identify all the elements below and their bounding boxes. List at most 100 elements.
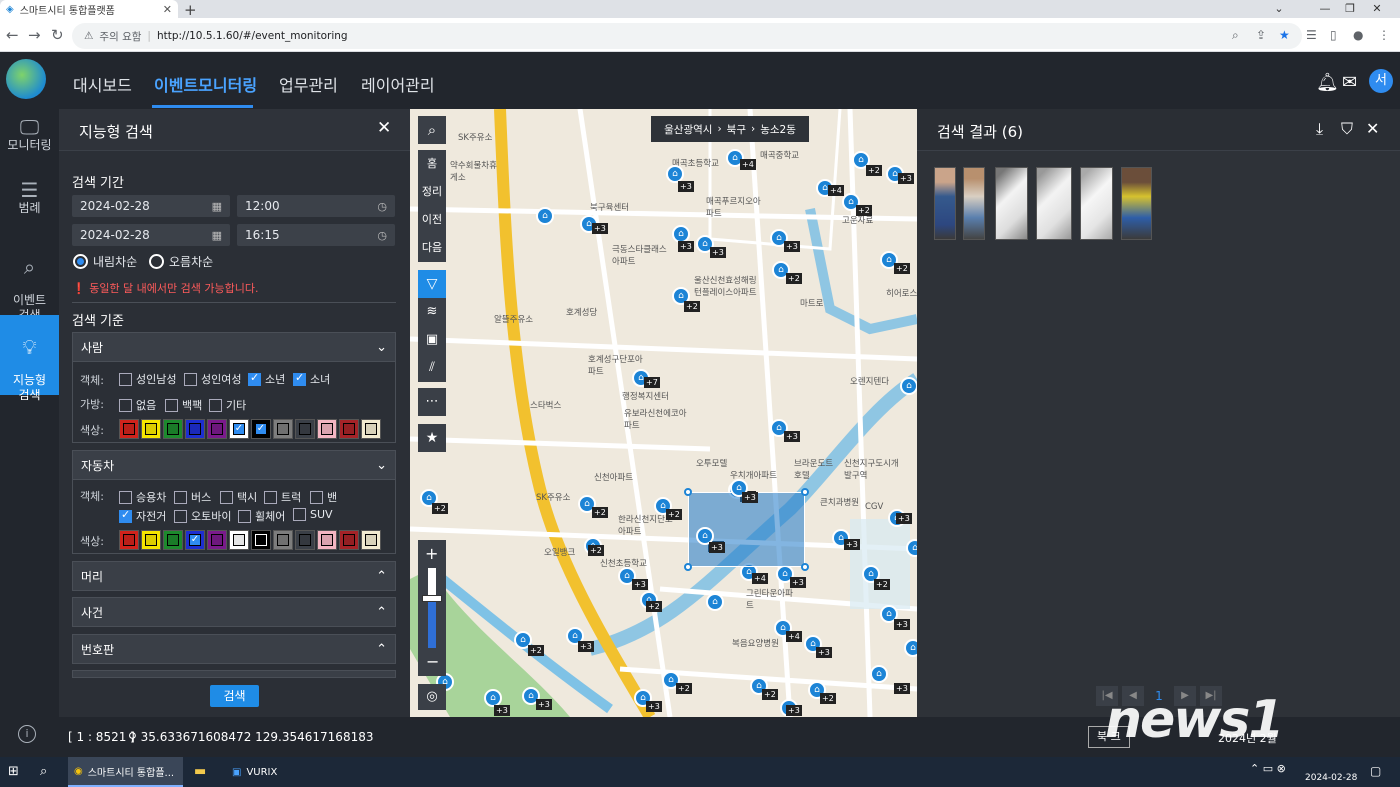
cctv-pin-icon[interactable]: ⌂	[904, 639, 917, 657]
rail-item-event-search[interactable]: ⌕ 이벤트 검색	[0, 245, 59, 323]
swatch-gray[interactable]	[273, 419, 293, 439]
window-close-icon[interactable]: ✕	[1354, 0, 1400, 18]
result-thumbnail[interactable]	[1080, 167, 1113, 240]
checkbox-wheelchair[interactable]: 휠체어	[238, 508, 285, 524]
swatch-brown[interactable]	[339, 530, 359, 550]
back-icon[interactable]: ←	[6, 26, 19, 44]
swatch-pink[interactable]	[317, 419, 337, 439]
checkbox-bus[interactable]: 버스	[174, 489, 211, 505]
map-prev-button[interactable]: 이전	[418, 206, 446, 234]
swatch-green[interactable]	[163, 419, 183, 439]
zoom-icon[interactable]: ⌕	[1232, 28, 1239, 43]
checkbox-no-bag[interactable]: 없음	[119, 397, 156, 413]
image-icon[interactable]: ▣	[418, 326, 446, 354]
download-icon[interactable]: ⤓	[1316, 119, 1323, 139]
checkbox-van[interactable]: 밴	[310, 489, 337, 505]
swatch-blue-selected[interactable]: ✓	[185, 530, 205, 550]
end-date-field[interactable]: 2024-02-28 ▦	[72, 224, 230, 246]
url-field[interactable]: ⚠ 주의 요함 | http://10.5.1.60/#/event_monit…	[72, 23, 1302, 49]
swatch-dark[interactable]	[295, 530, 315, 550]
selection-handle[interactable]	[801, 488, 809, 496]
checkbox-adult-female[interactable]: 성인여성	[184, 371, 241, 387]
favorite-star-icon[interactable]: ★	[418, 424, 446, 452]
avatar[interactable]: 서	[1369, 69, 1393, 93]
result-thumbnail[interactable]	[934, 167, 956, 240]
mail-icon[interactable]: ✉	[1342, 72, 1357, 93]
sort-desc-radio[interactable]: 내림차순	[73, 253, 137, 270]
nav-dashboard[interactable]: 대시보드	[73, 72, 132, 96]
cctv-pin-icon[interactable]: ⌂	[536, 207, 554, 225]
swatch-red[interactable]	[119, 419, 139, 439]
nav-layer-management[interactable]: 레이어관리	[361, 72, 435, 96]
taskbar-vurix[interactable]: ▣ VURIX	[226, 757, 326, 787]
taskbar-search-icon[interactable]: ⌕	[40, 764, 47, 779]
checkbox-taxi[interactable]: 택시	[220, 489, 257, 505]
checkbox-motorcycle[interactable]: 오토바이	[174, 508, 231, 524]
swatch-white[interactable]	[229, 530, 249, 550]
checkbox-backpack[interactable]: 백팩	[165, 397, 202, 413]
swatch-yellow[interactable]	[141, 530, 161, 550]
swatch-blue[interactable]	[185, 419, 205, 439]
checkbox-girl[interactable]: 소녀	[293, 371, 330, 387]
zoom-in-icon[interactable]: +	[425, 544, 438, 563]
close-icon[interactable]: ✕	[377, 118, 391, 138]
map-organize-button[interactable]: 정리	[418, 178, 446, 206]
swatch-green[interactable]	[163, 530, 183, 550]
rail-item-legend[interactable]: ☰ 범례	[0, 180, 59, 216]
sidebar-icon[interactable]: ▯	[1330, 28, 1337, 42]
vehicle-accordion-header[interactable]: 자동차 ⌄	[72, 450, 396, 480]
map-next-button[interactable]: 다음	[418, 234, 446, 262]
close-tab-icon[interactable]: ✕	[163, 3, 172, 16]
forward-icon[interactable]: →	[28, 26, 41, 44]
breadcrumb-district[interactable]: 북구	[727, 122, 746, 137]
reading-list-icon[interactable]: ☰	[1306, 28, 1317, 42]
more-dots-icon[interactable]: ⋯	[418, 388, 446, 416]
swatch-brown[interactable]	[339, 419, 359, 439]
taskbar-chrome[interactable]: ◉ 스마트시티 통합플...	[68, 757, 183, 787]
person-accordion-header[interactable]: 사람 ⌄	[72, 332, 396, 362]
reload-icon[interactable]: ↻	[51, 26, 64, 44]
zoom-slider-handle[interactable]	[422, 595, 442, 602]
swatch-red[interactable]	[119, 530, 139, 550]
windows-start-icon[interactable]: ⊞	[8, 764, 19, 779]
polygon-select-icon[interactable]: ▽	[418, 270, 446, 298]
breadcrumb-dong[interactable]: 농소2동	[760, 122, 796, 137]
swatch-purple[interactable]	[207, 530, 227, 550]
bookmark-star-icon[interactable]: ★	[1279, 28, 1290, 42]
filter-icon[interactable]: ⛉	[1341, 119, 1353, 139]
profile-icon[interactable]: ●	[1353, 28, 1363, 42]
selection-handle[interactable]	[684, 563, 692, 571]
compass-icon[interactable]: ◎	[418, 684, 446, 710]
system-tray[interactable]: ⌃ ▭ ⊗	[1250, 762, 1286, 775]
sort-asc-radio[interactable]: 오름차순	[149, 253, 213, 270]
start-time-field[interactable]: 12:00 ◷	[237, 195, 395, 217]
start-date-field[interactable]: 2024-02-28 ▦	[72, 195, 230, 217]
head-accordion-header[interactable]: 머리 ⌃	[72, 561, 396, 591]
breadcrumb-city[interactable]: 울산광역시	[664, 122, 712, 137]
rail-item-smart-search[interactable]: 💡︎ 지능형 검색	[0, 315, 59, 402]
swatch-beige[interactable]	[361, 530, 381, 550]
info-icon[interactable]: i	[18, 725, 36, 743]
zoom-out-icon[interactable]: −	[426, 652, 439, 671]
road-icon[interactable]: ⫽	[418, 354, 446, 382]
plate-accordion-header[interactable]: 번호판 ⌃	[72, 634, 396, 664]
water-layer-icon[interactable]: ≋	[418, 298, 446, 326]
result-thumbnail[interactable]	[1036, 167, 1072, 240]
swatch-white-selected[interactable]: ✓	[229, 419, 249, 439]
swatch-pink[interactable]	[317, 530, 337, 550]
checkbox-boy[interactable]: 소년	[248, 371, 285, 387]
browser-tab[interactable]: ◈ 스마트시티 통합플랫폼 ✕	[0, 0, 178, 18]
result-thumbnail[interactable]	[963, 167, 985, 240]
cctv-pin-icon[interactable]: ⌂	[706, 593, 724, 611]
map-home-button[interactable]: 홈	[418, 150, 446, 178]
rail-item-monitoring[interactable]: 🖵︎ 모니터링	[0, 117, 59, 153]
city-logo-icon[interactable]	[6, 59, 46, 99]
cctv-pin-icon[interactable]: ⌂	[870, 665, 888, 683]
swatch-dark[interactable]	[295, 419, 315, 439]
swatch-black-selected[interactable]: ✓	[251, 419, 271, 439]
checkbox-bicycle[interactable]: 자전거	[119, 508, 166, 524]
selection-handle[interactable]	[684, 488, 692, 496]
map-canvas[interactable]: SK주유소 약수회물차휴게소 북구육센터 매곡초등학교 매곡중학교 매곡푸르지오…	[410, 109, 917, 717]
close-icon[interactable]: ✕	[1366, 119, 1379, 138]
checkbox-other-bag[interactable]: 기타	[209, 397, 246, 413]
